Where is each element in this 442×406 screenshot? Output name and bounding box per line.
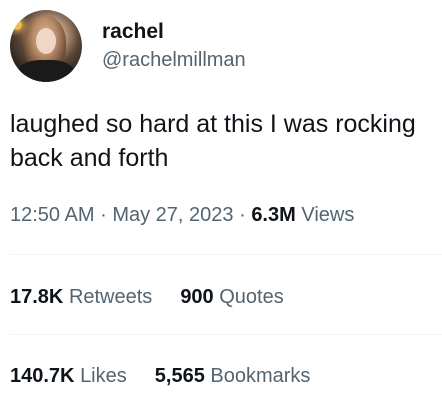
author-names: rachel @rachelmillman — [102, 19, 246, 73]
bookmarks-stat[interactable]: 5,565 Bookmarks — [155, 363, 311, 389]
avatar-face — [36, 28, 56, 54]
stats-row-retweets-quotes: 17.8K Retweets 900 Quotes — [10, 284, 312, 310]
divider — [10, 254, 442, 255]
quotes-stat[interactable]: 900 Quotes — [180, 284, 283, 310]
tweet-meta: 12:50 AM · May 27, 2023 · 6.3M Views — [10, 201, 354, 229]
author-display-name[interactable]: rachel — [102, 19, 246, 45]
retweets-stat[interactable]: 17.8K Retweets — [10, 284, 152, 310]
stats-row-likes-bookmarks: 140.7K Likes 5,565 Bookmarks — [10, 363, 338, 389]
author-handle[interactable]: @rachelmillman — [102, 47, 246, 73]
quotes-label: Quotes — [219, 286, 284, 308]
avatar-light — [12, 20, 22, 30]
retweets-count: 17.8K — [10, 286, 64, 308]
avatar[interactable] — [10, 10, 82, 82]
tweet-date[interactable]: May 27, 2023 — [112, 204, 233, 226]
tweet-text-line-1: laughed so hard at this I was rocking — [10, 110, 416, 138]
bookmarks-count: 5,565 — [154, 365, 205, 387]
likes-stat[interactable]: 140.7K Likes — [10, 363, 127, 389]
avatar-shirt — [18, 60, 74, 82]
likes-label: Likes — [80, 365, 127, 387]
views-count: 6.3M — [251, 204, 296, 226]
tweet-text: laughed so hard at this I was rocking bac… — [10, 107, 438, 175]
divider — [10, 334, 442, 335]
bookmarks-label: Bookmarks — [210, 365, 311, 387]
retweets-label: Retweets — [68, 286, 153, 308]
likes-count: 140.7K — [10, 365, 75, 387]
meta-separator: · — [239, 204, 246, 226]
quotes-count: 900 — [180, 286, 214, 308]
views-label: Views — [301, 204, 355, 226]
tweet-text-line-2: back and forth — [10, 144, 169, 172]
tweet-header: rachel @rachelmillman — [10, 8, 246, 84]
meta-separator: · — [100, 204, 107, 226]
tweet-time[interactable]: 12:50 AM — [10, 204, 95, 226]
